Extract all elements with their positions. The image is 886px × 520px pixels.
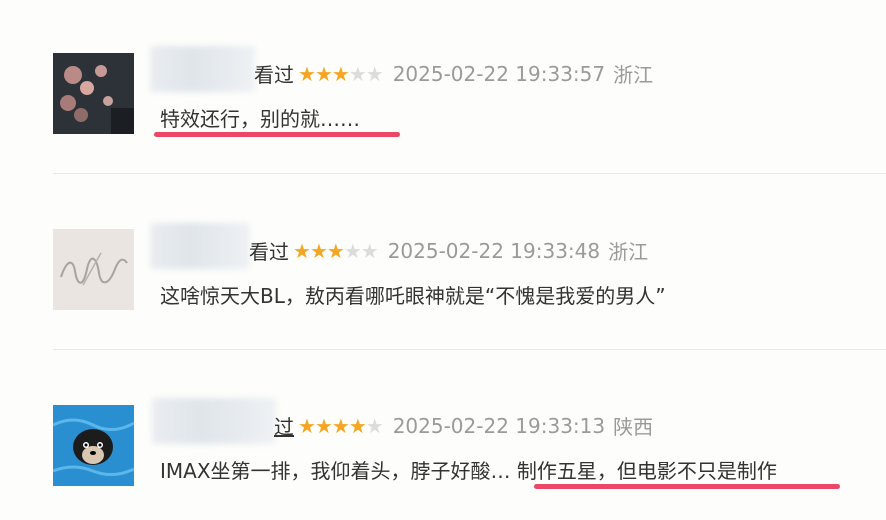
star-filled-icon: ★ [298,61,316,86]
star-empty-icon: ★ [348,61,367,86]
star-empty-icon: ★ [365,61,384,86]
username-blurred [150,223,250,269]
avatar[interactable] [53,405,134,486]
comment-text-part: IMAX坐第一排，我仰着头，脖子好酸… [160,459,511,483]
comment-location: 浙江 [613,63,654,87]
star-empty-icon: ★ [343,238,362,263]
avatar-image [53,405,134,486]
star-filled-icon: ★ [331,61,350,86]
star-filled-icon: ★ [331,413,350,438]
avatar-image [53,53,134,134]
comment-meta: 看过 ★ ★ ★ ★ ★ 2025-02-22 19:33:57 浙江 [254,59,653,88]
rating-stars: ★ ★ ★ ★ ★ [293,238,379,263]
comment-text-highlight: 制作五星，但电影不只是制作 [516,459,777,483]
comment-item: 过 ★ ★ ★ ★ ★ 2025-02-22 19:33:13 陕西 IMAX坐… [0,350,886,520]
avatar[interactable] [53,229,134,310]
star-filled-icon: ★ [314,413,333,438]
watched-label: 过 [274,415,294,439]
comment-time: 2025-02-22 19:33:48 [387,238,601,263]
star-filled-icon: ★ [326,238,345,263]
comment-text: 这啥惊天大BL，敖丙看哪吒眼神就是“不愧是我爱的男人” [160,284,666,308]
username-blurred [150,46,255,92]
comment-location: 浙江 [608,240,649,264]
watched-label: 看过 [249,240,289,264]
rating-stars: ★ ★ ★ ★ ★ [298,413,384,438]
comment-time: 2025-02-22 19:33:13 [392,413,606,438]
avatar[interactable] [53,53,134,134]
divider [53,173,886,174]
comment-text: 特效还行，别的就…… [160,107,360,131]
annotation-underline [154,132,400,137]
comment-meta: 过 ★ ★ ★ ★ ★ 2025-02-22 19:33:13 陕西 [274,411,653,440]
star-filled-icon: ★ [309,238,328,263]
star-filled-icon: ★ [348,413,367,438]
annotation-underline [534,484,840,489]
watched-label: 看过 [254,63,294,87]
star-empty-icon: ★ [360,238,379,263]
star-empty-icon: ★ [365,413,384,438]
comment-item: 看过 ★ ★ ★ ★ ★ 2025-02-22 19:33:48 浙江 这啥惊天… [0,175,886,345]
comment-text: IMAX坐第一排，我仰着头，脖子好酸… 制作五星，但电影不只是制作 [160,455,777,484]
username-blurred [152,398,276,444]
comment-location: 陕西 [613,415,654,439]
star-filled-icon: ★ [314,61,333,86]
comment-meta: 看过 ★ ★ ★ ★ ★ 2025-02-22 19:33:48 浙江 [249,236,648,265]
rating-stars: ★ ★ ★ ★ ★ [298,61,384,86]
avatar-image [53,229,134,310]
star-filled-icon: ★ [298,413,316,438]
comment-item: 看过 ★ ★ ★ ★ ★ 2025-02-22 19:33:57 浙江 特效还行… [0,0,886,170]
star-filled-icon: ★ [293,238,311,263]
comment-time: 2025-02-22 19:33:57 [392,61,606,86]
